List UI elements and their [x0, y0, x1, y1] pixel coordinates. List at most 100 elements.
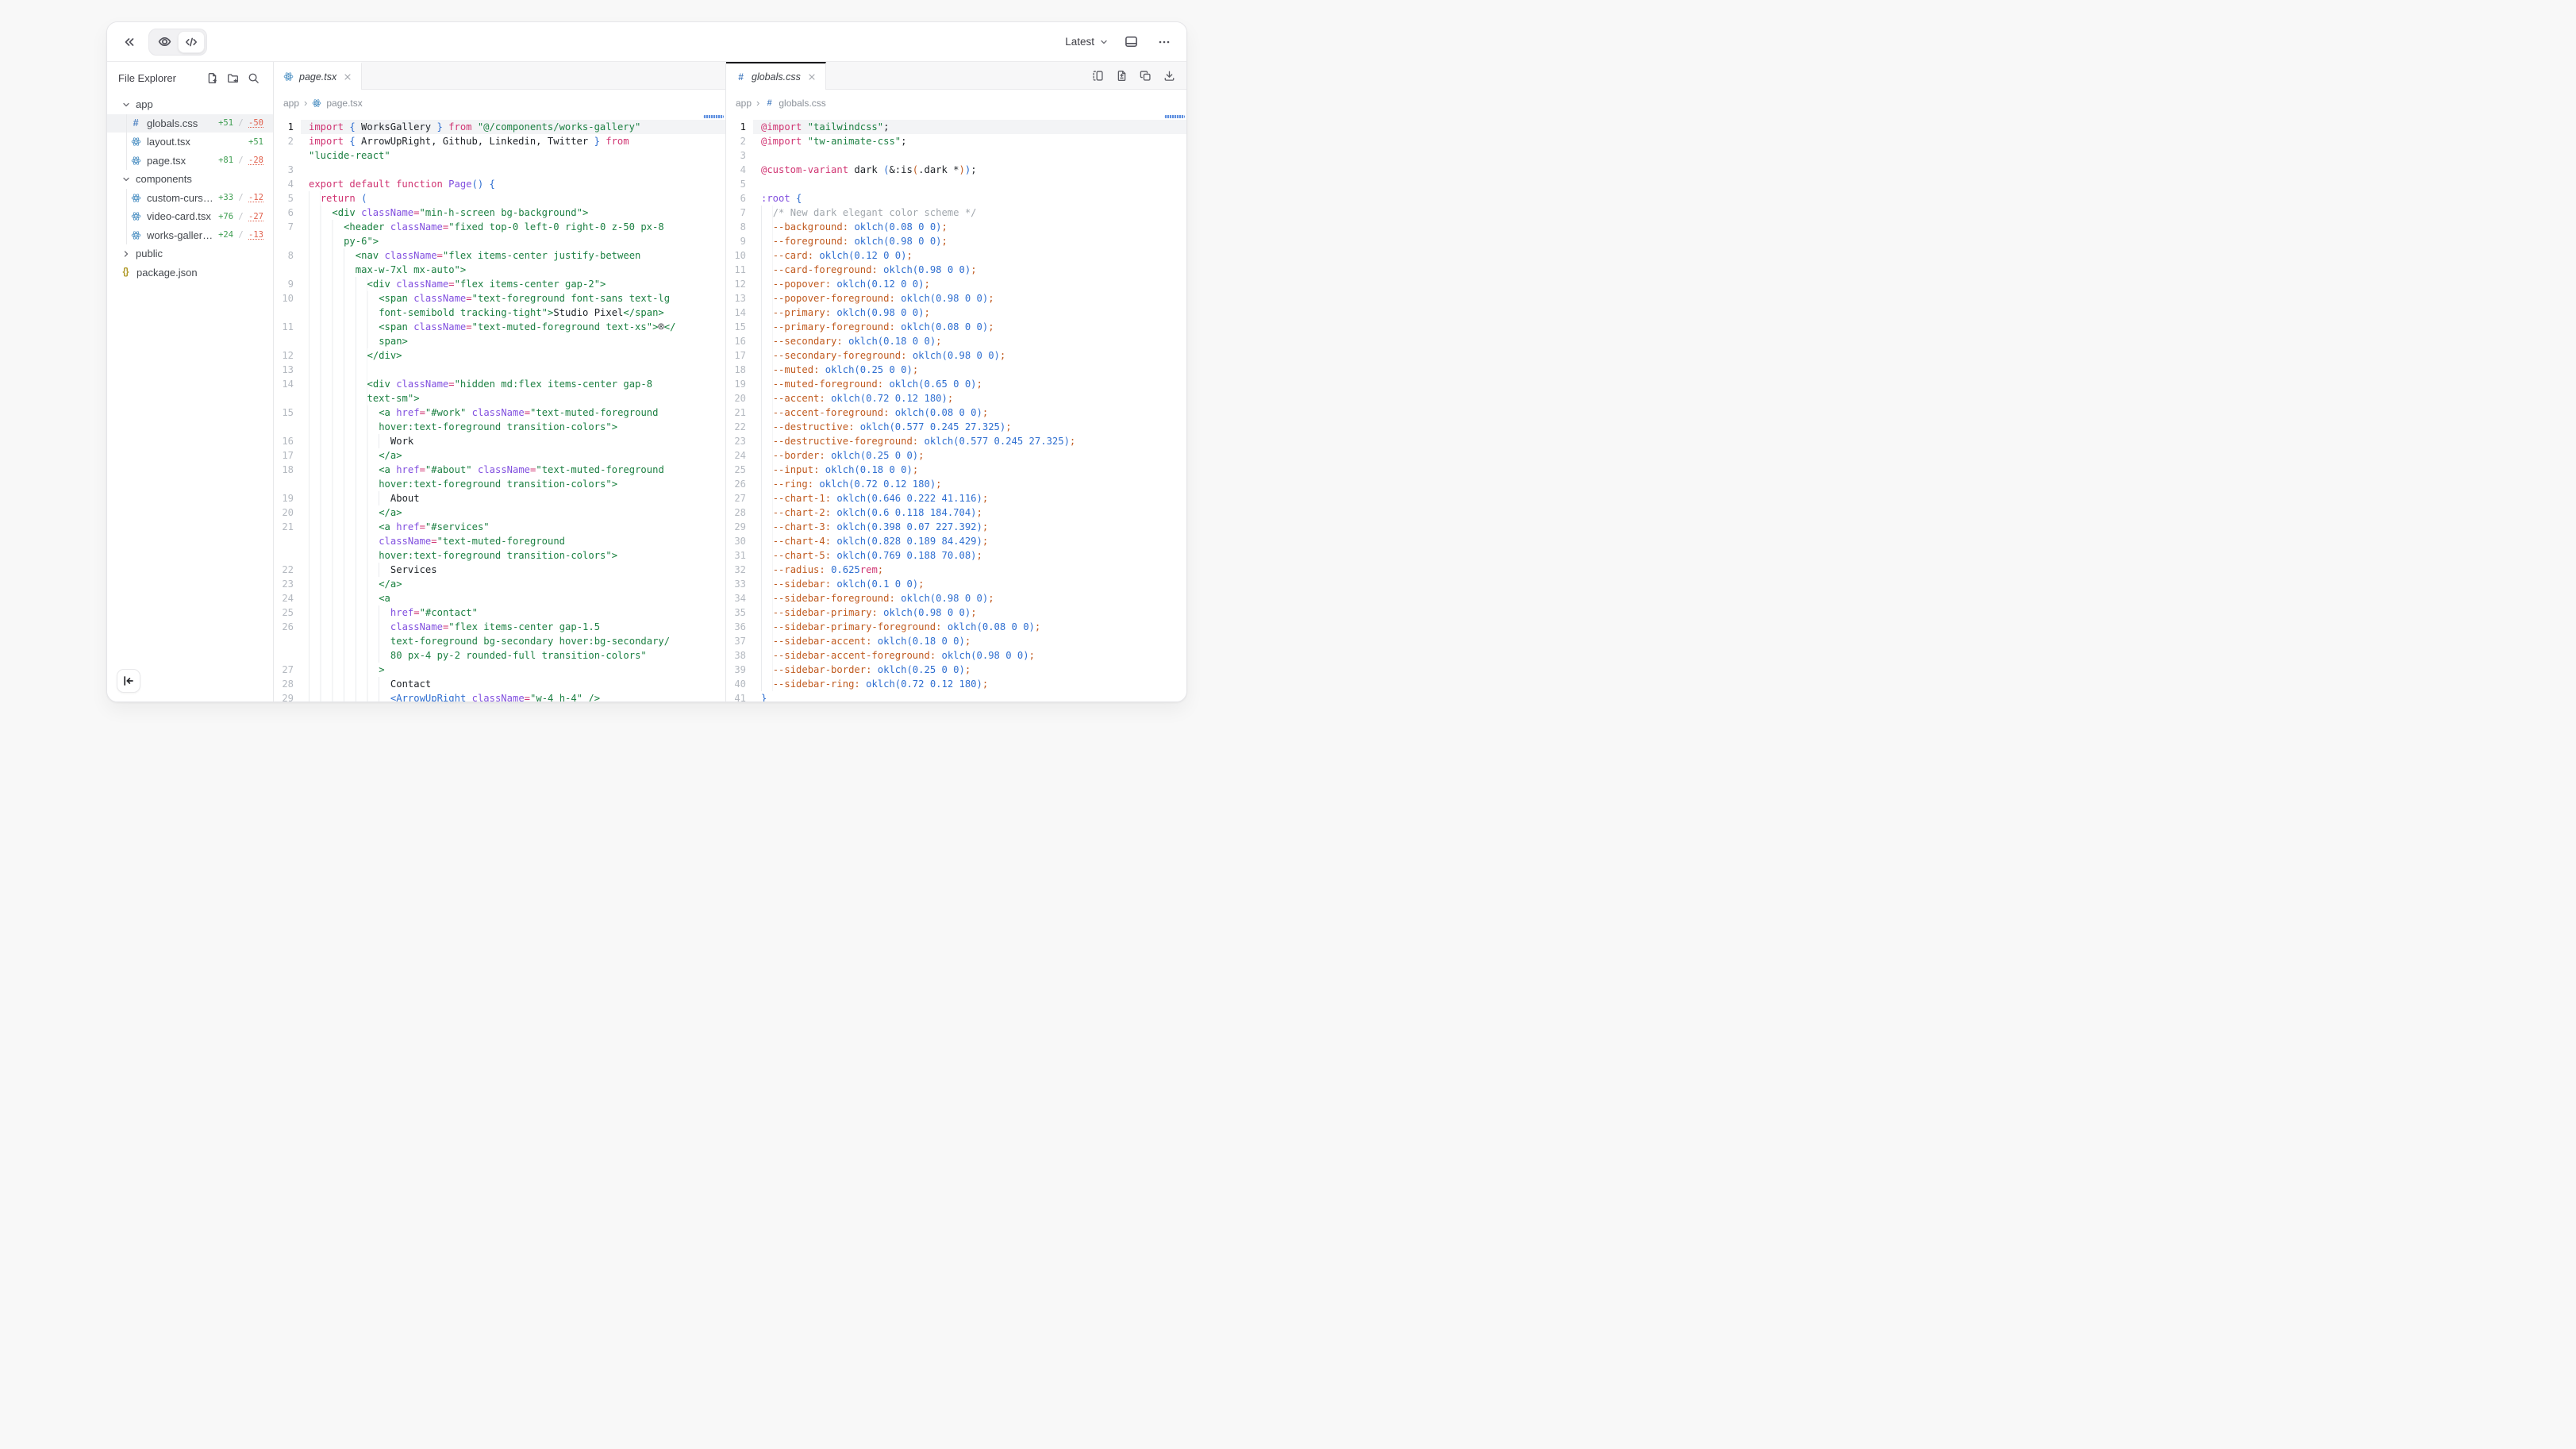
panel-bottom-button[interactable]: [1120, 31, 1142, 53]
line-number: 24: [274, 591, 301, 605]
indent-guides: [309, 591, 379, 605]
line-number: 9: [274, 277, 301, 291]
tree-file-globals.css[interactable]: #globals.css+51 / -50: [107, 114, 273, 133]
indent-guides: [761, 277, 773, 291]
react-file-icon: [130, 155, 141, 166]
eye-icon: [158, 35, 171, 48]
code-editor-globals-css[interactable]: 1@import "tailwindcss";2@import "tw-anim…: [726, 117, 1186, 702]
code-line: 38--sidebar-accent-foreground: oklch(0.9…: [726, 648, 1186, 663]
indent-guides: [309, 420, 379, 434]
indent-guides: [761, 306, 773, 320]
indent-guides: [309, 677, 390, 691]
chevron-right-icon: ›: [756, 98, 759, 108]
new-file-button[interactable]: [203, 69, 221, 86]
indent-guides: [761, 363, 773, 377]
breadcrumb-folder[interactable]: app: [283, 98, 299, 109]
file-tree: app#globals.css+51 / -50layout.tsx+51pag…: [107, 94, 273, 282]
indent-guides: [761, 663, 773, 677]
code-line: 24<a: [274, 591, 725, 605]
line-number: [274, 334, 301, 348]
code-line: 8<nav className="flex items-center justi…: [274, 248, 725, 263]
tree-file-video-card.tsx[interactable]: video-card.tsx+76 / -27: [107, 207, 273, 226]
indent-guides: [309, 563, 390, 577]
chevron-down-icon: [121, 175, 131, 184]
new-folder-button[interactable]: [224, 69, 241, 86]
search-files-button[interactable]: [244, 69, 262, 86]
code-line: 23--destructive-foreground: oklch(0.577 …: [726, 434, 1186, 448]
preview-toggle-button[interactable]: [151, 31, 178, 53]
indent-guides: [761, 463, 773, 477]
download-button[interactable]: [1159, 66, 1178, 85]
react-file-icon: [130, 192, 141, 203]
react-file-icon: [130, 136, 141, 148]
indent-guides: [309, 648, 390, 663]
indent-guides: [309, 263, 356, 277]
line-number: 11: [726, 263, 753, 277]
tree-file-package.json[interactable]: {}package.json: [107, 263, 273, 282]
chevrons-left-icon: [123, 36, 136, 48]
line-number: 7: [726, 206, 753, 220]
line-number: 28: [274, 677, 301, 691]
collapse-sidebar-button[interactable]: [117, 669, 140, 693]
tree-folder-public[interactable]: public: [107, 244, 273, 263]
line-number: [274, 648, 301, 663]
tree-file-custom-curs[interactable]: custom-curs…+33 / -12: [107, 189, 273, 208]
code-line: 33--sidebar: oklch(0.1 0 0);: [726, 577, 1186, 591]
tabbar-left: page.tsx: [274, 62, 725, 90]
horizontal-scrollbar-thumb[interactable]: [1164, 115, 1185, 118]
tree-item-label: custom-curs…: [147, 192, 213, 204]
code-line: 35--sidebar-primary: oklch(0.98 0 0);: [726, 605, 1186, 620]
more-options-button[interactable]: [1153, 31, 1175, 53]
breadcrumb-left: app › page.tsx: [274, 90, 725, 117]
line-number: [274, 306, 301, 320]
ellipsis-icon: [1158, 36, 1171, 48]
indent-guides: [761, 206, 773, 220]
indent-guides: [309, 491, 390, 505]
indent-guides: [309, 448, 379, 463]
code-line: 12</div>: [274, 348, 725, 363]
line-number: 3: [726, 148, 753, 163]
collapse-panel-button[interactable]: [118, 31, 140, 53]
line-number: 35: [726, 605, 753, 620]
indent-guides: [761, 591, 773, 605]
code-line: 16Work: [274, 434, 725, 448]
file-explorer-sidebar: File Explorer: [107, 62, 274, 702]
editor-pane-page-tsx: page.tsx app › page.tsx 1import { WorksG…: [274, 62, 726, 702]
indent-guides: [309, 477, 379, 491]
tab-page-tsx[interactable]: page.tsx: [274, 62, 362, 90]
tree-file-works-galler[interactable]: works-galler…+24 / -13: [107, 226, 273, 245]
close-tab-icon[interactable]: [806, 71, 817, 83]
react-file-icon: [283, 71, 294, 82]
version-dropdown[interactable]: Latest: [1065, 36, 1109, 48]
code-toggle-button[interactable]: [178, 31, 205, 53]
line-number: 11: [274, 320, 301, 334]
tree-file-page.tsx[interactable]: page.tsx+81 / -28: [107, 152, 273, 171]
indent-guides: [309, 405, 379, 420]
code-line: 40--sidebar-ring: oklch(0.72 0.12 180);: [726, 677, 1186, 691]
breadcrumb-folder[interactable]: app: [736, 98, 752, 109]
close-tab-icon[interactable]: [342, 71, 353, 83]
tree-folder-app[interactable]: app: [107, 95, 273, 114]
indent-guides: [761, 248, 773, 263]
code-editor-page-tsx[interactable]: 1import { WorksGallery } from "@/compone…: [274, 117, 725, 702]
file-diff-button[interactable]: [1112, 66, 1131, 85]
line-number: 13: [726, 291, 753, 306]
line-number: 5: [274, 191, 301, 206]
tab-globals-css[interactable]: # globals.css: [726, 62, 826, 90]
line-number: [274, 548, 301, 563]
breadcrumb-file: globals.css: [779, 98, 825, 109]
line-number: 12: [726, 277, 753, 291]
code-line: 12--popover: oklch(0.12 0 0);: [726, 277, 1186, 291]
tree-folder-components[interactable]: components: [107, 170, 273, 189]
line-number: 13: [274, 363, 301, 377]
indent-guides: [761, 505, 773, 520]
indent-guides: [761, 448, 773, 463]
code-line: 21<a href="#services": [274, 520, 725, 534]
horizontal-scrollbar-thumb[interactable]: [703, 115, 724, 118]
line-number: 36: [726, 620, 753, 634]
indent-guides: [761, 520, 773, 534]
code-line: 80 px-4 py-2 rounded-full transition-col…: [274, 648, 725, 663]
copy-code-button[interactable]: [1136, 66, 1155, 85]
split-editor-button[interactable]: [1088, 66, 1107, 85]
tree-file-layout.tsx[interactable]: layout.tsx+51: [107, 133, 273, 152]
